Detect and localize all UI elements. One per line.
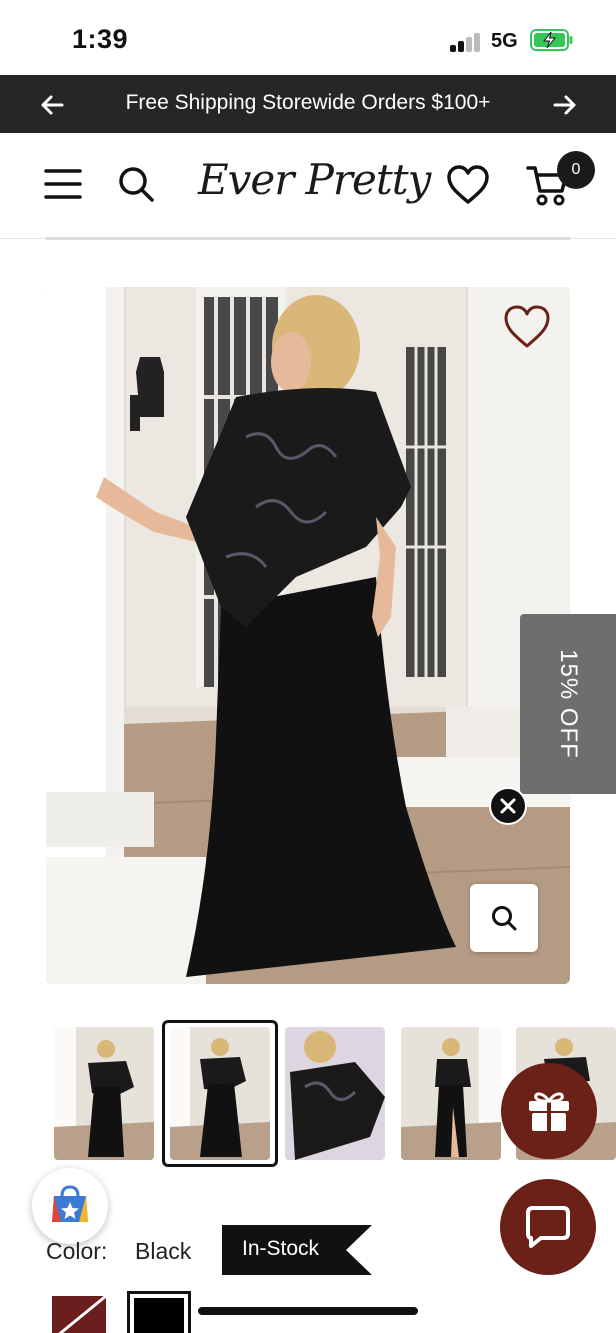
wishlist-heart-icon[interactable] <box>502 304 552 350</box>
chat-button[interactable] <box>500 1179 596 1275</box>
battery-charging-icon <box>530 29 573 51</box>
thumbnail[interactable] <box>401 1027 501 1160</box>
chat-icon <box>526 1206 570 1248</box>
close-discount-button[interactable] <box>489 787 527 825</box>
network-label: 5G <box>491 30 518 52</box>
close-icon <box>500 798 516 814</box>
arrow-right-icon[interactable] <box>552 92 578 118</box>
search-icon[interactable] <box>117 165 155 203</box>
color-value: Black <box>135 1238 192 1264</box>
stock-status: In-Stock <box>242 1237 320 1260</box>
home-indicator <box>198 1307 418 1315</box>
divider <box>46 237 570 240</box>
color-swatch-burgundy[interactable] <box>52 1296 106 1333</box>
zoom-search-icon <box>492 906 517 931</box>
brand-logo[interactable]: Ever Pretty <box>198 155 431 204</box>
thumbnail[interactable] <box>285 1027 385 1160</box>
status-time: 1:39 <box>72 24 129 54</box>
announcement-text[interactable]: Free Shipping Storewide Orders $100+ <box>0 91 616 115</box>
discount-tab-label: 15% OFF <box>555 649 582 759</box>
product-photo <box>46 287 570 984</box>
signal-icon <box>450 32 482 52</box>
heart-icon[interactable] <box>446 165 490 205</box>
zoom-button[interactable] <box>470 884 538 952</box>
cart-count-badge: 0 <box>557 151 595 189</box>
gift-icon <box>529 1092 569 1131</box>
site-header: Ever Pretty 0 <box>0 133 616 239</box>
status-bar: 1:39 5G <box>0 0 616 75</box>
discount-tab[interactable]: 15% OFF <box>520 614 616 794</box>
thumbnail[interactable] <box>54 1027 154 1160</box>
announcement-bar: Free Shipping Storewide Orders $100+ <box>0 75 616 133</box>
color-swatch-black-selected[interactable] <box>127 1291 191 1333</box>
menu-icon[interactable] <box>44 167 82 201</box>
product-main-image[interactable] <box>46 287 570 984</box>
shopping-bag-star-icon <box>52 1185 88 1222</box>
gift-button[interactable] <box>501 1063 597 1159</box>
shop-app-badge[interactable] <box>32 1168 108 1244</box>
color-label: Color: <box>46 1238 108 1264</box>
thumbnail-selected-frame <box>162 1020 278 1167</box>
